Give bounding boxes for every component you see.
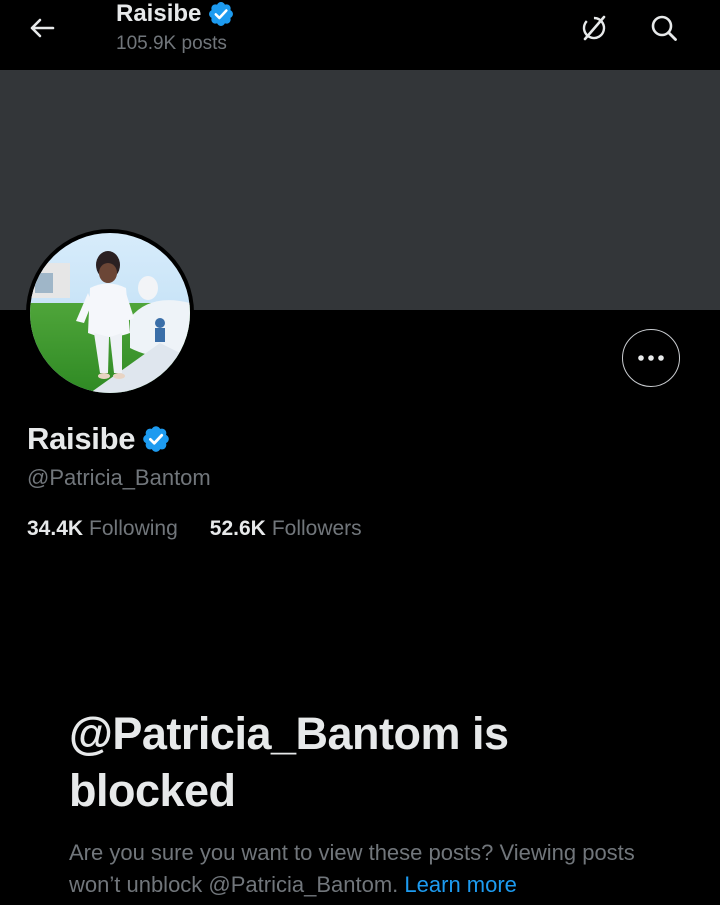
search-icon bbox=[651, 15, 677, 41]
profile-stats: 34.4K Following 52.6K Followers bbox=[27, 517, 362, 541]
blocked-description: Are you sure you want to view these post… bbox=[69, 837, 669, 901]
top-bar: Raisibe 105.9K posts bbox=[0, 0, 720, 70]
followers-count: 52.6K bbox=[209, 517, 266, 540]
learn-more-link[interactable]: Learn more bbox=[404, 872, 517, 897]
header-name: Raisibe bbox=[116, 0, 202, 27]
search-button[interactable] bbox=[644, 8, 684, 48]
blocked-title: @Patricia_Bantom is blocked bbox=[69, 708, 509, 816]
header-posts-count: 105.9K posts bbox=[116, 33, 227, 54]
verified-badge-icon bbox=[209, 2, 234, 26]
grok-button[interactable] bbox=[574, 8, 614, 48]
following-count: 34.4K bbox=[27, 517, 84, 540]
followers-link[interactable]: 52.6K Followers bbox=[210, 517, 362, 541]
avatar-image bbox=[30, 233, 190, 393]
profile-name: Raisibe bbox=[27, 421, 136, 456]
back-button[interactable] bbox=[22, 10, 62, 46]
more-options-button[interactable] bbox=[622, 329, 680, 387]
avatar[interactable] bbox=[26, 229, 194, 397]
profile-handle: @Patricia_Bantom bbox=[27, 465, 211, 490]
grok-icon bbox=[582, 15, 606, 41]
following-link[interactable]: 34.4K Following bbox=[27, 517, 178, 541]
profile-name-row: Raisibe bbox=[27, 421, 171, 457]
arrow-left-icon bbox=[30, 18, 55, 38]
followers-label: Followers bbox=[271, 517, 362, 540]
blocked-description-text: Are you sure you want to view these post… bbox=[69, 840, 635, 897]
more-dots-icon bbox=[638, 355, 664, 361]
following-label: Following bbox=[89, 517, 178, 540]
profile-page: Raisibe 105.9K posts Raisibe @Patricia_B… bbox=[0, 0, 720, 905]
verified-badge-icon[interactable] bbox=[141, 424, 171, 454]
header-title: Raisibe 105.9K posts bbox=[116, 0, 235, 55]
